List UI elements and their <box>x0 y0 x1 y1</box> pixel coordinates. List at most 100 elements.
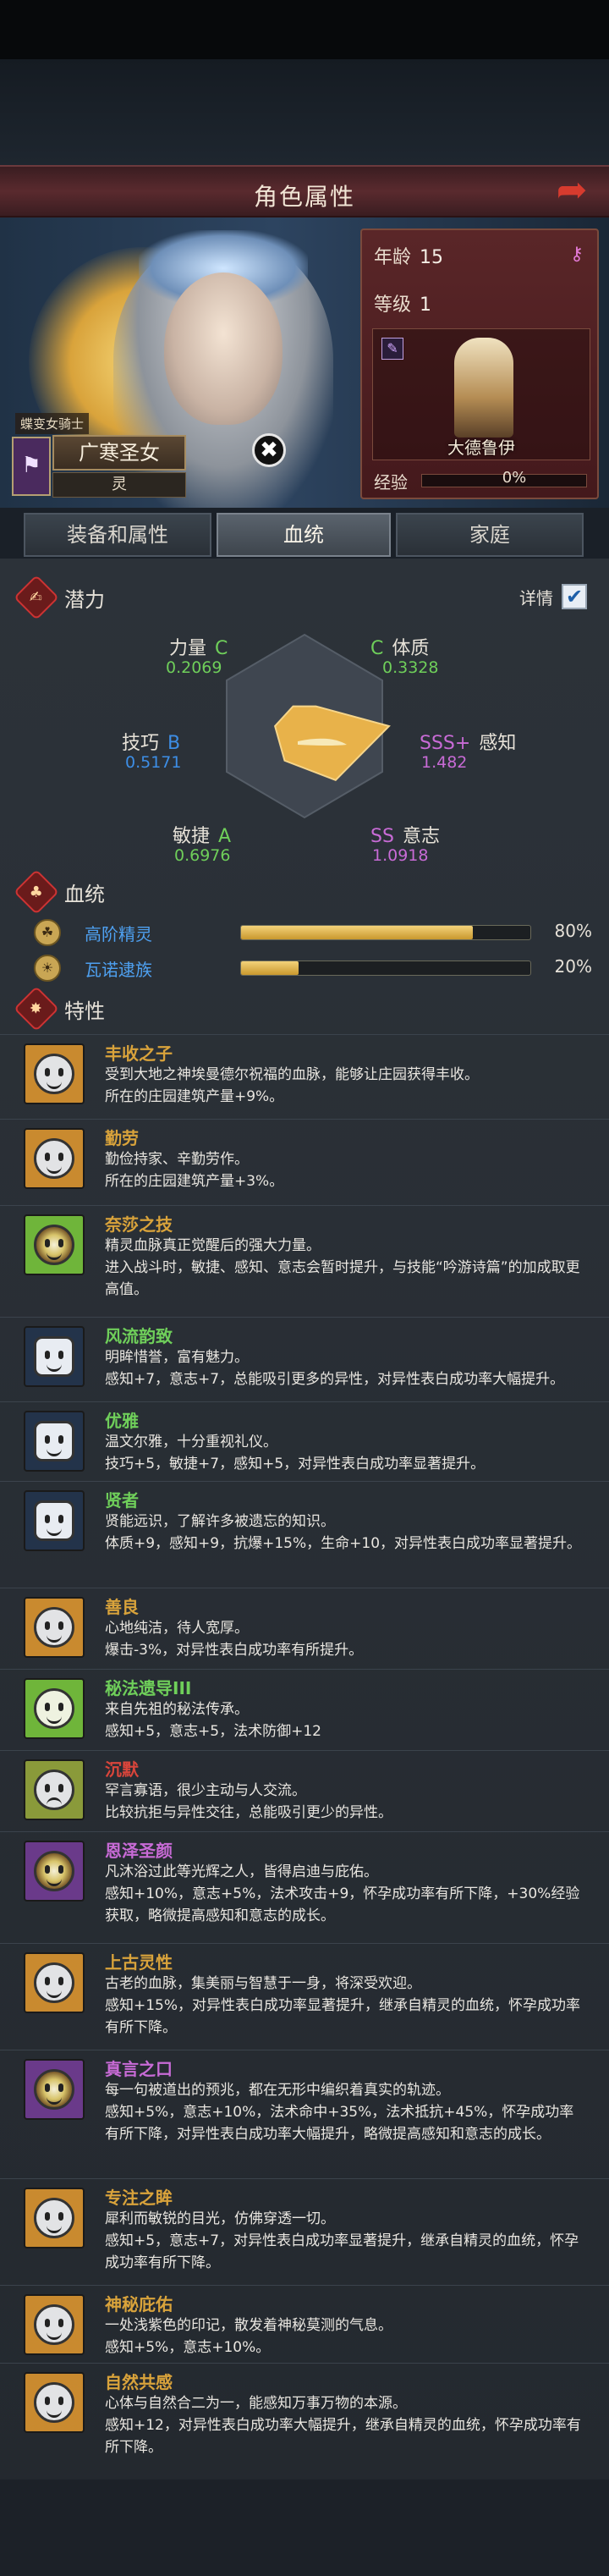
stat-perception-value: 1.482 <box>421 753 468 772</box>
stat-perception-name: 感知 <box>479 733 517 754</box>
portrait-face <box>164 272 283 425</box>
trait-title: 沉默 <box>105 1759 139 1780</box>
sad-face-icon-glyph <box>34 1770 74 1810</box>
trait-description: 来自先祖的秘法传承。 感知+5，意志+5，法术防御+12 <box>105 1701 321 1740</box>
bloodline-fill <box>241 926 473 939</box>
trait-description: 心体与自然合二为一，能感知万事万物的本源。 感知+12，对异性表白成功率大幅提升… <box>105 2395 581 2456</box>
muscle-arm-icon-glyph <box>34 1500 74 1541</box>
smile-face-icon <box>24 2372 85 2433</box>
trait-item[interactable]: 秘法遗导III 来自先祖的秘法传承。 感知+5，意志+5，法术防御+12 <box>0 1669 609 1750</box>
trait-description: 罕言寡语，很少主动与人交流。 比较抗拒与异性交往，总能吸引更少的异性。 <box>105 1782 392 1821</box>
trait-item[interactable]: 丰收之子 受到大地之神埃曼德尔祝福的血脉，能够让庄园获得丰收。 所在的庄园建筑产量… <box>0 1034 609 1119</box>
stat-constitution-grade: C <box>370 638 384 659</box>
tab-family[interactable]: 家庭 <box>396 513 584 557</box>
smile-face-icon-glyph <box>34 1138 74 1179</box>
bottom-bar <box>0 2480 609 2576</box>
trait-description: 每一句被道出的预兆，都在无形中编织着真实的轨迹。 感知+5%，意志+10%，法术… <box>105 2082 574 2143</box>
stat-agility-name: 敏捷 <box>173 826 211 847</box>
trait-item[interactable]: 沉默 罕言寡语，很少主动与人交流。 比较抗拒与异性交往，总能吸引更少的异性。 <box>0 1750 609 1831</box>
title-bar: 角色属性 ➦ <box>0 165 609 217</box>
trait-description: 古老的血脉，集美丽与智慧于一身，将深受欢迎。 感知+15%，对异性表白成功率显著… <box>105 1975 581 2036</box>
trait-title: 优雅 <box>105 1411 139 1431</box>
detail-checkbox[interactable]: ✔ <box>562 584 587 609</box>
traits-header: ✸ 特性 <box>14 986 105 1032</box>
trait-title: 勤劳 <box>105 1128 139 1148</box>
trait-item[interactable]: 神秘庇佑 一处浅紫色的印记，散发着神秘莫测的气息。 感知+5%，意志+10%。 <box>0 2285 609 2363</box>
trait-item[interactable]: 优雅 温文尔雅，十分重视礼仪。 技巧+5，敏捷+7，感知+5，对异性表白成功率显著… <box>0 1401 609 1481</box>
trait-item[interactable]: 贤者 贤能远识，了解许多被遗忘的知识。 体质+9，感知+9，抗爆+15%，生命+1… <box>0 1481 609 1588</box>
trait-item[interactable]: 风流韵致明眸惜誉，富有魅力。 感知+7，意志+7，总能吸引更多的异性，对异性表白… <box>0 1317 609 1401</box>
trait-description: 勤俭持家、辛勤劳作。 所在的庄园建筑产量+3%。 <box>105 1151 284 1190</box>
stat-will-value: 1.0918 <box>372 846 429 865</box>
exp-label: 经验 <box>374 472 408 493</box>
traits-title: 特性 <box>64 999 105 1023</box>
stat-strength-grade: C <box>215 638 228 659</box>
bloodline-row[interactable]: ☀ 瓦诺逮族 20% <box>34 955 592 982</box>
bloodline-pct: 80% <box>554 921 592 941</box>
detail-toggle[interactable]: 详情 ✔ <box>519 584 587 609</box>
trait-item[interactable]: 上古灵性 古老的血脉，集美丽与智慧于一身，将深受欢迎。 感知+15%，对异性表白成… <box>0 1943 609 2050</box>
banner-icon[interactable]: ⚑ <box>12 437 51 496</box>
spiral-eye-icon-glyph <box>34 2069 74 2110</box>
bloodline-row[interactable]: ☘ 高阶精灵 80% <box>34 919 592 946</box>
trait-item[interactable]: 真言之口每一句被道出的预兆，都在无形中编织着真实的轨迹。 感知+5%，意志+10… <box>0 2050 609 2178</box>
stat-perception: SSS+ 感知 <box>420 728 516 755</box>
spiral-eye-icon-glyph <box>34 1225 74 1265</box>
key-icon[interactable]: ⚷ <box>570 244 584 265</box>
smile-face-icon-glyph <box>34 2198 74 2238</box>
stat-strength-value: 0.2069 <box>166 658 222 677</box>
edit-icon[interactable]: ✎ <box>381 338 403 360</box>
trait-title: 丰收之子 <box>105 1043 173 1064</box>
back-arrow-icon[interactable]: ➦ <box>546 172 597 211</box>
tab-bloodline[interactable]: 血统 <box>217 513 391 557</box>
leaf-hand-icon <box>24 1678 85 1739</box>
smile-face-icon-glyph <box>34 2382 74 2423</box>
smile-face-icon <box>24 1043 85 1104</box>
header-backdrop <box>0 59 609 165</box>
trait-item[interactable]: 专注之眸 犀利而敏锐的目光，仿佛穿透一切。 感知+5，意志+7，对异性表白成功率显… <box>0 2178 609 2285</box>
stat-constitution: C 体质 <box>370 633 429 660</box>
stat-skill: 技巧 B <box>122 728 180 755</box>
tab-bar: 装备和属性 血统 家庭 <box>0 508 609 559</box>
trait-description: 明眸惜誉，富有魅力。 感知+7，意志+7，总能吸引更多的异性，对异性表白成功率大… <box>105 1349 565 1388</box>
trait-title: 神秘庇佑 <box>105 2294 173 2315</box>
trait-title: 风流韵致 <box>105 1326 173 1346</box>
muscle-arm-icon <box>24 1490 85 1551</box>
trait-description: 受到大地之神埃曼德尔祝福的血脉，能够让庄园获得丰收。 所在的庄园建筑产量+9%。 <box>105 1066 479 1105</box>
potential-title: 潜力 <box>64 587 105 612</box>
info-panel: 年龄 15 ⚷ 等级 1 ✎ 大德鲁伊 经验 0% <box>360 228 599 499</box>
smile-face-icon <box>24 1597 85 1658</box>
trait-item[interactable]: 勤劳勤俭持家、辛勤劳作。 所在的庄园建筑产量+3%。 <box>0 1119 609 1205</box>
trait-title: 贤者 <box>105 1490 139 1511</box>
tab-equipment[interactable]: 装备和属性 <box>24 513 211 557</box>
trait-title: 上古灵性 <box>105 1952 173 1973</box>
close-icon[interactable]: ✖ <box>252 433 286 467</box>
trait-description: 凡沐浴过此等光辉之人，皆得启迪与庇佑。 感知+10%，意志+5%，法术攻击+9，… <box>105 1863 580 1924</box>
trait-title: 秘法遗导III <box>105 1678 192 1698</box>
trait-title: 真言之口 <box>105 2059 173 2079</box>
class-tag: 蝶变女骑士 <box>15 413 90 434</box>
trait-description: 贤能远识，了解许多被遗忘的知识。 体质+9，感知+9，抗爆+15%，生命+10，… <box>105 1513 582 1552</box>
stat-will-name: 意志 <box>402 826 440 847</box>
character-name[interactable]: 广寒圣女 <box>52 435 186 471</box>
trait-title: 善良 <box>105 1597 139 1617</box>
trait-item[interactable]: 善良心地纯洁，待人宽厚。 爆击-3%，对异性表白成功率有所提升。 <box>0 1588 609 1669</box>
exp-pct: 0% <box>502 469 527 487</box>
bloodline-pct: 20% <box>554 956 592 977</box>
muscle-arm-icon-glyph <box>34 1421 74 1461</box>
stat-will: SS 意志 <box>370 821 440 848</box>
trait-description: 心地纯洁，待人宽厚。 爆击-3%，对异性表白成功率有所提升。 <box>105 1620 364 1659</box>
trait-item[interactable]: 自然共感 心体与自然合二为一，能感知万事万物的本源。 感知+12，对异性表白成功率… <box>0 2363 609 2458</box>
traits-icon: ✸ <box>14 986 59 1032</box>
trait-item[interactable]: 奈莎之技 精灵血脉真正觉醒后的强大力量。 进入战斗时，敏捷、感知、意志会暂时提升，… <box>0 1205 609 1317</box>
smile-face-icon <box>24 1952 85 2013</box>
trait-title: 奈莎之技 <box>105 1214 173 1235</box>
level-value: 1 <box>420 294 432 316</box>
role-figure <box>454 338 513 438</box>
trait-item[interactable]: 恩泽圣颜 凡沐浴过此等光辉之人，皆得启迪与庇佑。 感知+10%，意志+5%，法术攻… <box>0 1831 609 1943</box>
muscle-arm-icon <box>24 1326 85 1387</box>
spirit-label: 灵 <box>52 472 186 498</box>
trait-title: 专注之眸 <box>105 2188 173 2208</box>
stat-agility-value: 0.6976 <box>174 846 231 865</box>
role-box[interactable]: ✎ 大德鲁伊 <box>372 328 590 460</box>
